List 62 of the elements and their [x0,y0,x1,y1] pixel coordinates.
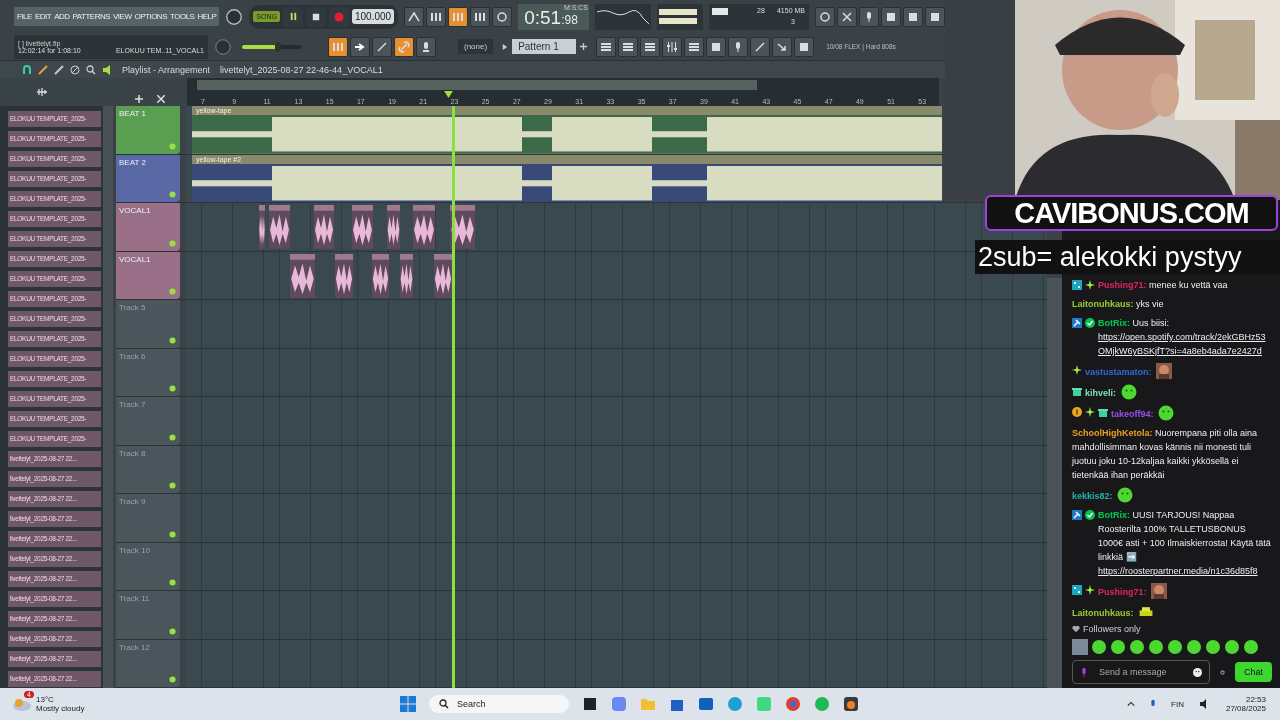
chat-message: Laitonuhkaus: [1072,608,1135,618]
track-name: Track 12 [119,642,150,652]
message-input[interactable]: Send a message [1072,660,1210,684]
menu-item[interactable]: VIEW [113,12,132,21]
chat-message: takeoff94: [1111,409,1155,419]
language-indicator[interactable]: FIN [1171,699,1184,709]
time-readout: 0:51 [524,5,562,30]
menu-item[interactable]: EDIT [34,12,52,21]
track-header[interactable]: Track 9 [116,494,180,542]
track-header[interactable]: Track 5 [116,300,180,348]
pattern-selector[interactable]: (none) [458,39,494,54]
track-header[interactable]: Track 12 [116,639,180,687]
chat-link[interactable]: https://open.spotify.com/track/2ekGBHz53OMjkW6yBSKjfT?si=4a8eb4ada7e2427d [1098,330,1272,358]
track-name: Track 6 [119,351,146,361]
promo-text: CAVIBONUS.COM [1014,196,1249,230]
tempo-field[interactable]: 100.000 [352,9,395,24]
chat-message: Pushing71: [1098,587,1148,597]
track-header[interactable]: BEAT 2 [116,154,180,202]
clock-date[interactable]: 27/08/2025 [1225,704,1266,713]
chat-message: BotRix: Uus biisi: [1098,318,1170,328]
weather-text: Mostly cloudy [36,704,85,713]
track-name: BEAT 1 [119,109,146,118]
track-header[interactable]: BEAT 1 [116,106,180,154]
chat-message: kihveli: [1085,388,1117,398]
chat-link[interactable]: https://roosterpartner.media/n1c36d85f8 [1098,564,1272,578]
track-name: Track 10 [119,545,150,555]
track-name: VOCAL1 [119,254,151,264]
chat-message: kekkis82: [1072,491,1114,501]
track-header[interactable]: Track 6 [116,348,180,396]
track-name: Track 5 [119,303,146,312]
menu-item[interactable]: ADD [54,12,70,21]
selected-clip-name: livettelyt_2025-08-27 22-46-44_VOCAL1 [220,64,383,75]
track-name: Track 9 [119,497,146,506]
chat-message: vastustamaton: [1085,367,1153,377]
clock-time[interactable]: 22:53 [1245,695,1266,704]
chat-message: SchoolHighKetola: Nuorempana piti olla aina mahdollisimman kovas kännis nii monesti tuli juotuu joku 10-12kaljaa kaikki ykkösellä ei tietenkää ihan peräkkäi [1072,428,1258,480]
track-header[interactable]: Track 11 [116,591,180,639]
centiseconds: :98 [561,11,578,29]
temperature: 13°C [36,695,55,704]
track-name: Track 8 [119,448,146,458]
chat-message: Laitonuhkaus: yks vie [1072,299,1164,309]
track-name: Track 7 [119,400,146,409]
followers-only-notice: Followers only [1083,624,1141,634]
track-name: Track 11 [119,594,150,603]
search-box[interactable]: Search [429,695,570,713]
chat-message: Pushing71: menee ku vettä vaa [1098,280,1228,290]
track-name: VOCAL1 [119,206,151,215]
track-header[interactable]: Track 7 [116,397,180,445]
track-header[interactable]: Track 10 [116,542,180,590]
chat-button[interactable]: Chat [1235,662,1272,682]
menu-item[interactable]: HELP [197,12,217,21]
menu-item[interactable]: TOOLS [170,12,195,21]
track-header[interactable]: VOCAL1 [116,251,180,299]
track-header[interactable]: Track 8 [116,445,180,493]
sub-goal-text: 2sub= alekokki pystyy [975,240,1280,274]
pattern-name: Pattern 1 [512,39,577,54]
track-name: BEAT 2 [119,157,146,167]
menu-item[interactable]: FILE [17,12,32,21]
menu-item[interactable]: OPTIONS [134,12,167,21]
menu-item[interactable]: PATTERNS [72,12,110,21]
playlist-title: Playlist - Arrangement [122,64,211,75]
track-header[interactable]: VOCAL1 [116,203,180,251]
